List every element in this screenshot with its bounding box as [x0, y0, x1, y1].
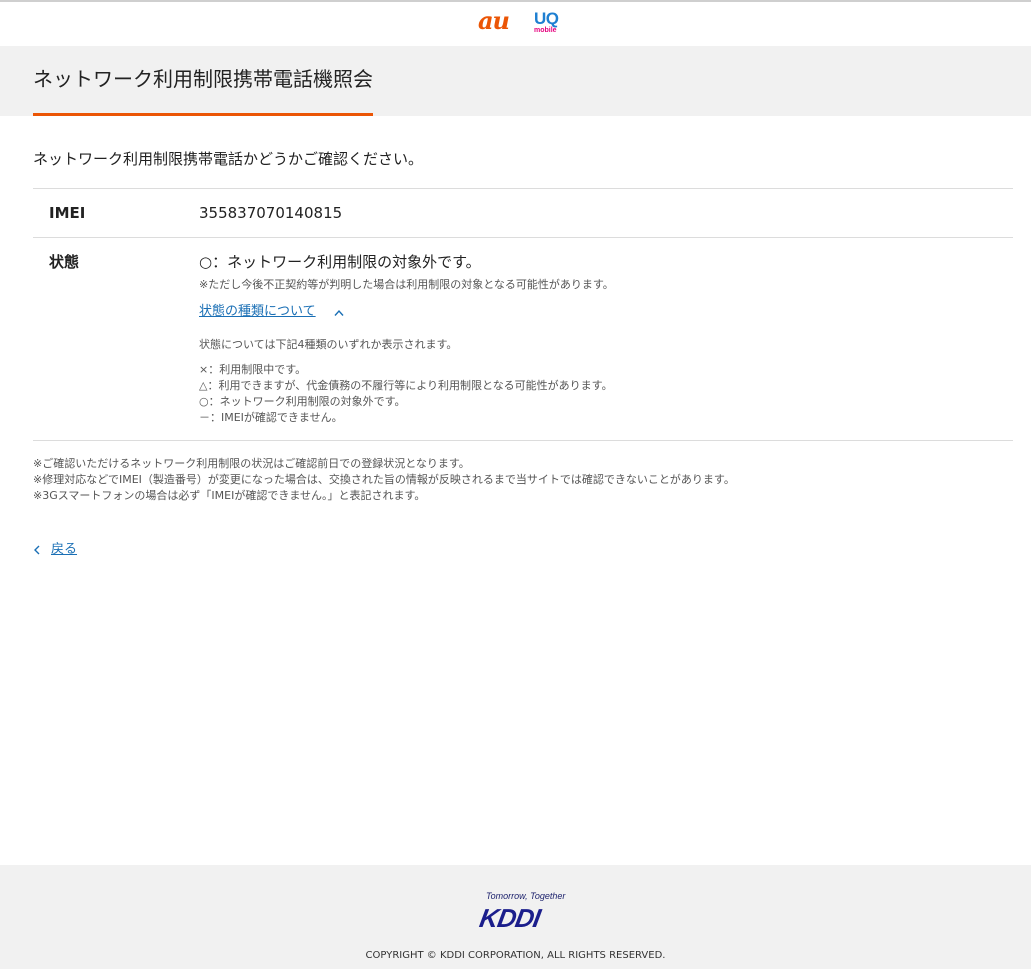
- divider: [33, 188, 1013, 189]
- au-logo[interactable]: au: [478, 8, 510, 34]
- imei-label: IMEI: [49, 204, 86, 222]
- footnote: ※ご確認いただけるネットワーク利用制限の状況はご確認前日での登録状況となります。: [33, 457, 470, 470]
- imei-value: 355837070140815: [199, 204, 343, 222]
- chevron-up-icon[interactable]: [334, 309, 344, 317]
- status-types-intro: 状態については下記4種類のいずれか表示されます。: [199, 338, 458, 351]
- kddi-logo[interactable]: KDDI: [477, 903, 542, 933]
- uq-logo-subtext: mobile: [534, 27, 557, 34]
- page: au UQ mobile ネットワーク利用制限携帯電話機照会 ネットワーク利用制…: [0, 0, 1031, 969]
- divider: [33, 237, 1013, 238]
- footnote: ※修理対応などでIMEI（製造番号）が変更になった場合は、交換された旨の情報が反…: [33, 473, 735, 486]
- status-type-item: △：利用できますが、代金債務の不履行等により利用制限となる可能性があります。: [199, 379, 613, 392]
- copyright-text: COPYRIGHT © KDDI CORPORATION, ALL RIGHTS…: [365, 950, 666, 961]
- uq-mobile-logo[interactable]: UQ mobile: [534, 10, 562, 36]
- lead-text: ネットワーク利用制限携帯電話かどうかご確認ください。: [33, 150, 424, 168]
- status-type-item: ○：ネットワーク利用制限の対象外です。: [199, 395, 406, 408]
- kddi-tagline: Tomorrow, Together: [486, 891, 566, 901]
- status-label: 状態: [49, 253, 80, 271]
- status-note: ※ただし今後不正契約等が判明した場合は利用制限の対象となる可能性があります。: [199, 278, 614, 291]
- status-value: ○：ネットワーク利用制限の対象外です。: [199, 253, 481, 271]
- back-link-label: 戻る: [51, 542, 78, 557]
- logo-bar: au UQ mobile: [0, 2, 1031, 46]
- status-type-item: ×：利用制限中です。: [199, 363, 307, 376]
- title-underline: [33, 113, 373, 116]
- status-type-item: －：IMEIが確認できません。: [199, 411, 343, 424]
- footnote: ※3Gスマートフォンの場合は必ず「IMEIが確認できません。」と表記されます。: [33, 489, 426, 502]
- title-band: ネットワーク利用制限携帯電話機照会: [0, 46, 1031, 116]
- uq-logo-text: UQ: [534, 9, 559, 28]
- divider: [33, 440, 1013, 441]
- chevron-left-icon: [34, 545, 40, 555]
- page-title: ネットワーク利用制限携帯電話機照会: [33, 67, 373, 91]
- footer: Tomorrow, Together KDDI COPYRIGHT © KDDI…: [0, 865, 1031, 969]
- status-types-toggle-link[interactable]: 状態の種類について: [199, 302, 316, 322]
- back-link[interactable]: 戻る: [33, 540, 77, 560]
